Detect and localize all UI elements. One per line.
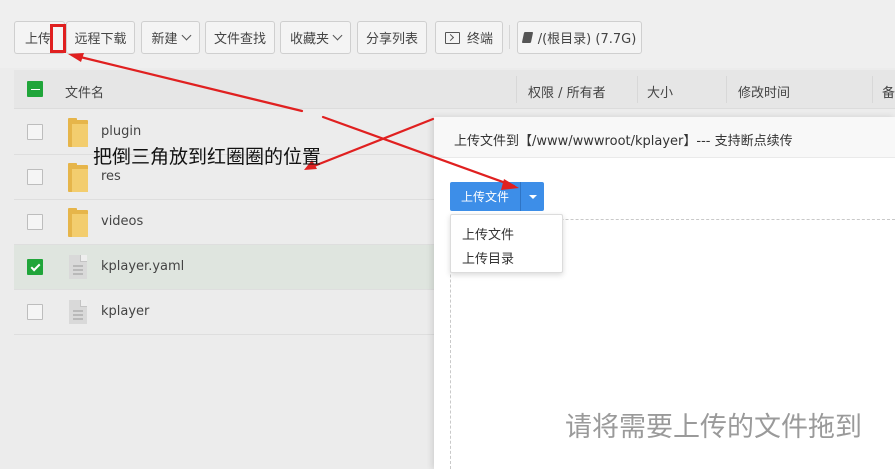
arrowhead-icon — [68, 53, 84, 62]
arrowhead-icon — [501, 179, 519, 190]
annotation-text: 把倒三角放到红圈圈的位置 — [93, 146, 322, 168]
annotation-arrow-line — [70, 53, 304, 113]
annotation-arrow-line — [307, 117, 435, 170]
annotation-arrows — [68, 53, 519, 190]
